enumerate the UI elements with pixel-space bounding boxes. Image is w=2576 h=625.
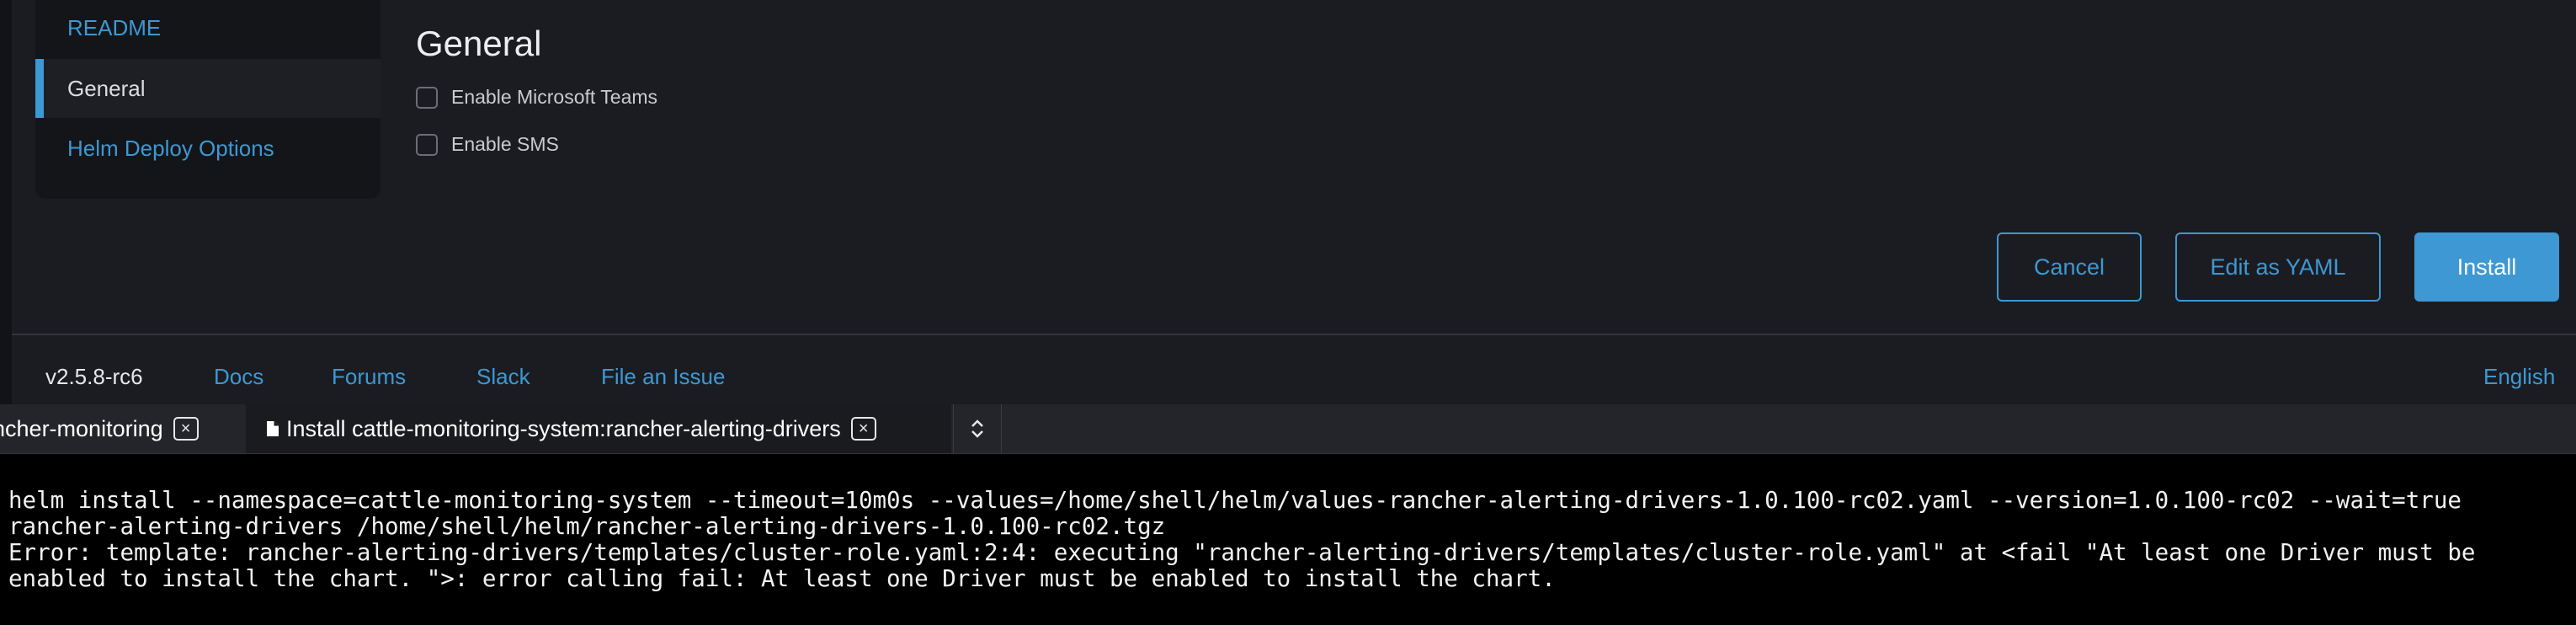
dock-tab-label: ancher-monitoring: [0, 415, 163, 441]
checkbox-label: Enable Microsoft Teams: [451, 86, 658, 108]
chevron-up-down-icon: [971, 419, 983, 438]
cancel-button[interactable]: Cancel: [1997, 232, 2142, 302]
nav-tab-readme[interactable]: README: [35, 0, 381, 56]
terminal-line: enabled to install the chart. ">: error …: [8, 565, 1556, 592]
docs-link[interactable]: Docs: [214, 364, 263, 390]
nav-tab-label: General: [67, 75, 146, 101]
enable-microsoft-teams-checkbox[interactable]: Enable Microsoft Teams: [416, 86, 657, 109]
install-button[interactable]: Install: [2414, 232, 2559, 302]
checkbox-box[interactable]: [416, 86, 438, 109]
nav-tab-label: README: [67, 14, 162, 40]
nav-tab-label: Helm Deploy Options: [67, 135, 274, 161]
footer: v2.5.8-rc6 Docs Forums Slack File an Iss…: [12, 335, 2576, 404]
nav-tab-general[interactable]: General: [35, 59, 381, 118]
file-icon: [267, 421, 279, 436]
terminal-line: helm install --namespace=cattle-monitori…: [8, 487, 2462, 514]
forums-link[interactable]: Forums: [332, 364, 406, 390]
close-icon[interactable]: ×: [173, 417, 199, 441]
dock-tab-install-alerting-drivers[interactable]: Install cattle-monitoring-system:rancher…: [246, 404, 951, 453]
chart-sections-nav: README General Helm Deploy Options: [35, 0, 381, 199]
file-an-issue-link[interactable]: File an Issue: [601, 364, 725, 390]
dock-tab-bar: ancher-monitoring × Install cattle-monit…: [0, 404, 2576, 454]
nav-tab-helm-deploy-options[interactable]: Helm Deploy Options: [35, 121, 381, 175]
slack-link[interactable]: Slack: [476, 364, 530, 390]
expand-dock-button[interactable]: [953, 404, 1002, 453]
checkbox-label: Enable SMS: [451, 133, 559, 155]
left-strip: [0, 0, 13, 404]
version-label: v2.5.8-rc6: [45, 364, 143, 389]
terminal-line: rancher-alerting-drivers /home/shell/hel…: [8, 513, 1166, 540]
edit-as-yaml-button[interactable]: Edit as YAML: [2175, 232, 2381, 302]
checkbox-box[interactable]: [416, 133, 438, 156]
terminal-line: Error: template: rancher-alerting-driver…: [8, 539, 2476, 566]
dock-tab-rancher-monitoring[interactable]: ancher-monitoring ×: [0, 404, 244, 453]
enable-sms-checkbox[interactable]: Enable SMS: [416, 133, 559, 156]
close-icon[interactable]: ×: [850, 417, 876, 441]
terminal-output[interactable]: helm install --namespace=cattle-monitori…: [0, 454, 2576, 625]
dock-tab-label: Install cattle-monitoring-system:rancher…: [286, 415, 841, 441]
language-selector[interactable]: English: [2483, 364, 2555, 390]
section-title: General: [416, 24, 542, 63]
